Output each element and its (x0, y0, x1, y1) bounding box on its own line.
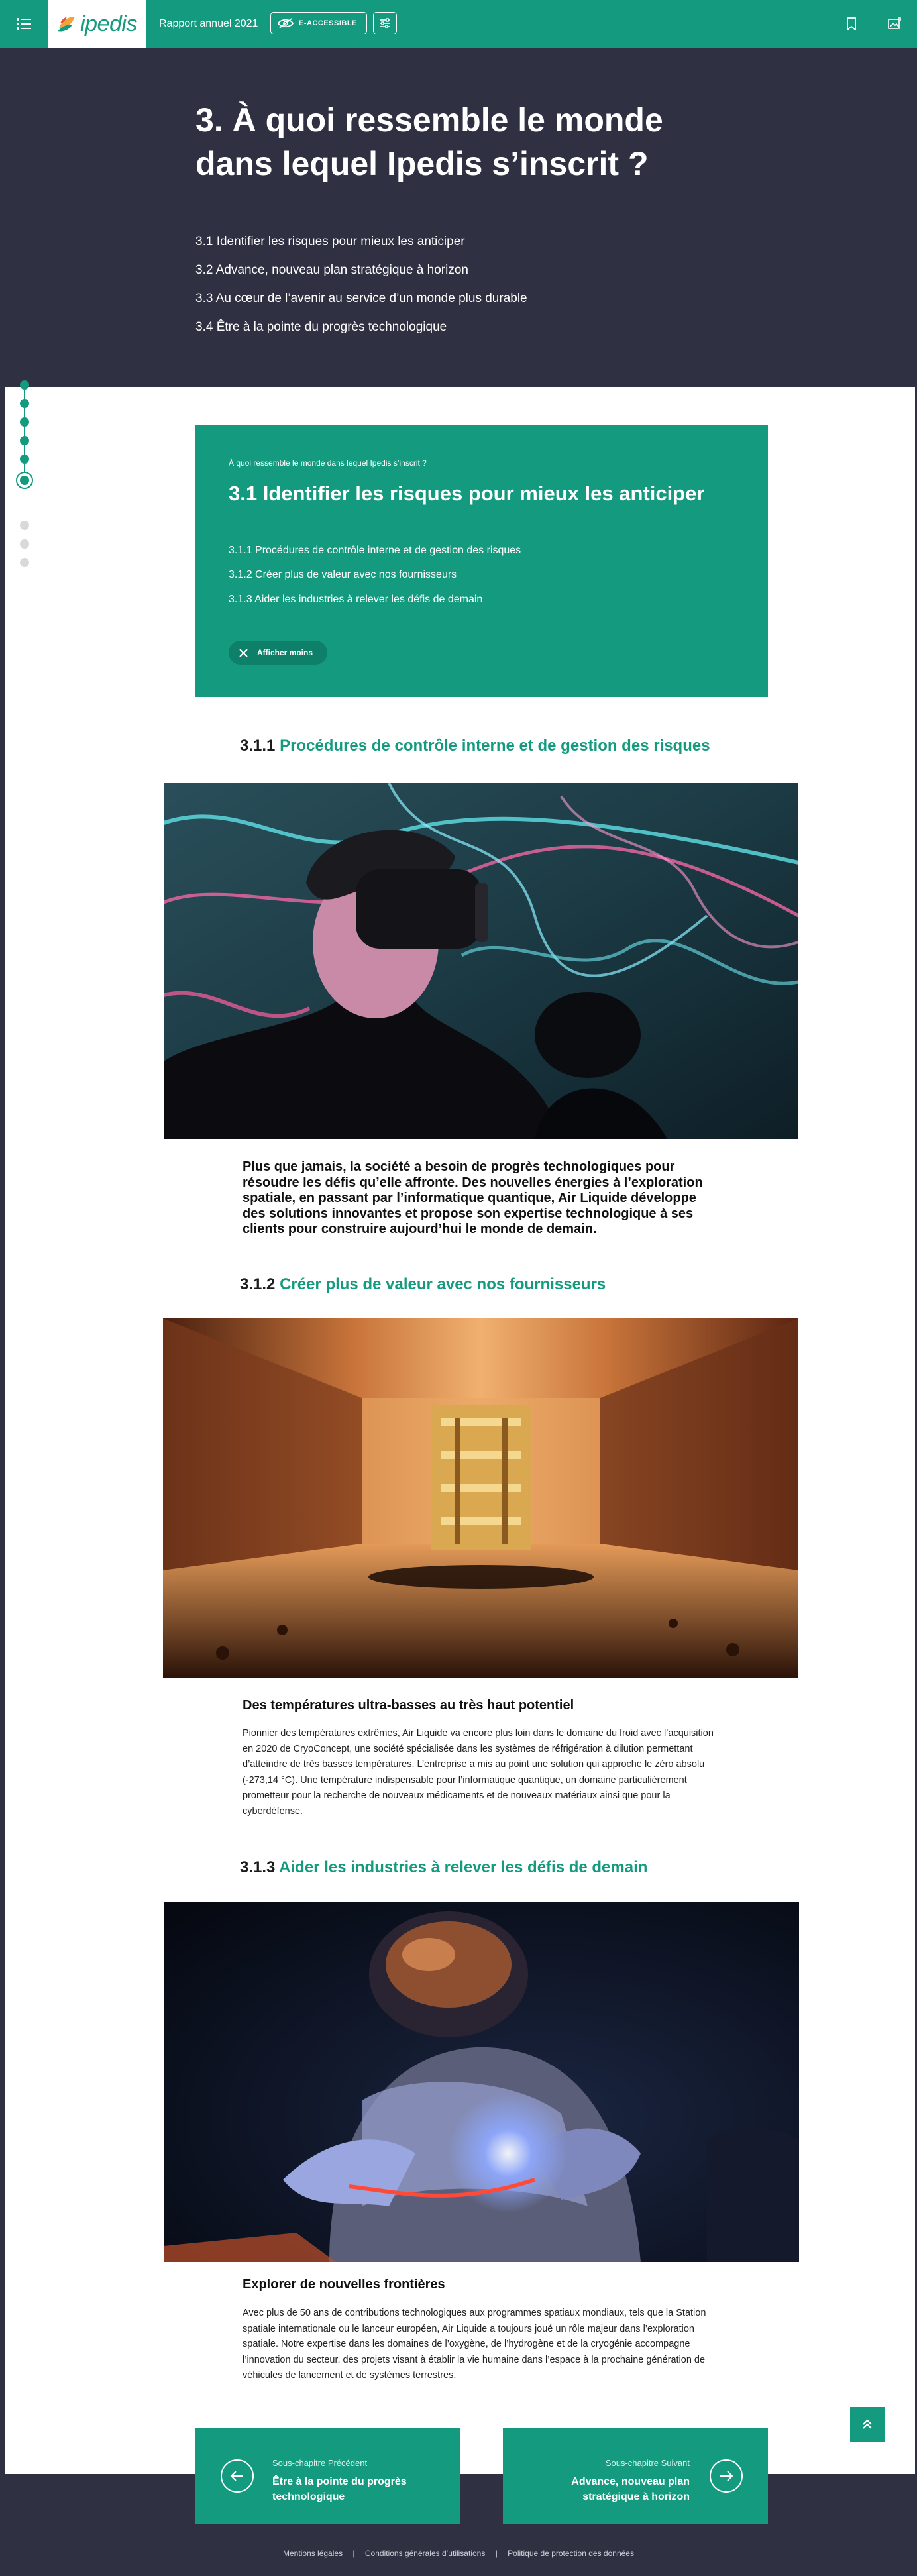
bookmark-button[interactable] (830, 0, 873, 48)
toc-item[interactable]: 3.1 Identifier les risques pour mieux le… (195, 227, 527, 256)
chapter-toc: 3.1 Identifier les risques pour mieux le… (195, 227, 527, 341)
settings-button[interactable] (373, 12, 397, 34)
progress-dot[interactable] (20, 417, 29, 427)
show-less-label: Afficher moins (257, 648, 313, 657)
footer-link-privacy[interactable]: Politique de protection des données (508, 2549, 634, 2558)
subsection-subheading: Explorer de nouvelles frontières (243, 2277, 445, 2292)
subsection-list: 3.1.1 Procédures de contrôle interne et … (229, 538, 521, 612)
subsection-number: 3.1.3 (240, 1858, 276, 1876)
progress-dot[interactable] (20, 380, 29, 390)
logo-text: ipedis (80, 11, 137, 36)
body-paragraph: Avec plus de 50 ans de contributions tec… (243, 2308, 706, 2381)
image-icon (888, 17, 901, 29)
subsection-heading-text: Créer plus de valeur avec nos fournisseu… (280, 1275, 606, 1293)
previous-title: Être à la pointe du progrès technologiqu… (272, 2476, 407, 2502)
subsection-heading-text: Aider les industries à relever les défis… (279, 1858, 648, 1876)
progress-dot[interactable] (20, 399, 29, 408)
astronaut-photo (164, 1902, 799, 2262)
logo-leaf-icon (58, 17, 76, 32)
breadcrumb: À quoi ressemble le monde dans lequel Ip… (229, 458, 427, 468)
e-accessible-button[interactable]: E-ACCESSIBLE (270, 12, 367, 34)
subsection-heading: 3.1.1 Procédures de contrôle interne et … (240, 737, 710, 755)
arrow-left-icon (221, 2459, 254, 2493)
footer-links: Mentions légales | Conditions générales … (0, 2549, 917, 2558)
bookmark-icon (847, 17, 856, 30)
e-accessible-label: E-ACCESSIBLE (299, 19, 357, 27)
arrow-right-icon (710, 2459, 743, 2493)
next-title: Advance, nouveau plan stratégique à hori… (571, 2476, 690, 2502)
close-icon (239, 648, 248, 657)
section-card: À quoi ressemble le monde dans lequel Ip… (195, 425, 768, 697)
intro-paragraph: Plus que jamais, la société a besoin de … (243, 1159, 703, 1236)
footer-link-legal[interactable]: Mentions légales (283, 2549, 343, 2558)
chapter-title: 3. À quoi ressemble le monde dans lequel… (195, 101, 663, 182)
body-paragraph: Pionnier des températures extrêmes, Air … (243, 1728, 714, 1817)
gallery-button[interactable] (873, 0, 916, 48)
progress-dot[interactable] (20, 455, 29, 464)
previous-chapter-card[interactable]: Sous-chapitre Précédent Être à la pointe… (195, 2428, 460, 2524)
subsection-heading-text: Procédures de contrôle interne et de ges… (280, 737, 710, 755)
menu-icon (17, 18, 31, 30)
left-frame-edge (0, 0, 5, 2576)
cryostat-photo (163, 1318, 798, 1678)
subsection-number: 3.1.2 (240, 1275, 276, 1293)
subsection-link[interactable]: 3.1.2 Créer plus de valeur avec nos four… (229, 563, 521, 587)
toc-item[interactable]: 3.2 Advance, nouveau plan stratégique à … (195, 256, 527, 284)
progress-dot[interactable] (20, 539, 29, 549)
sliders-icon (380, 18, 390, 28)
subsection-subheading: Des températures ultra-basses au très ha… (243, 1698, 574, 1713)
progress-dot-current[interactable] (16, 472, 33, 489)
next-label: Sous-chapitre Suivant (605, 2458, 690, 2468)
toc-item[interactable]: 3.3 Au cœur de l’avenir au service d’un … (195, 284, 527, 313)
subsection-heading: 3.1.2 Créer plus de valeur avec nos four… (240, 1275, 606, 1294)
footer-separator: | (352, 2549, 355, 2558)
progress-dot[interactable] (20, 436, 29, 445)
back-to-top-button[interactable] (850, 2407, 885, 2442)
section-title: 3.1 Identifier les risques pour mieux le… (229, 482, 705, 505)
progress-dot[interactable] (20, 558, 29, 567)
double-chevron-up-icon (863, 2419, 872, 2429)
previous-label: Sous-chapitre Précédent (272, 2458, 368, 2468)
report-label: Rapport annuel 2021 (159, 18, 258, 29)
progress-dot[interactable] (20, 521, 29, 530)
footer-link-terms[interactable]: Conditions générales d’utilisations (365, 2549, 485, 2558)
subsection-number: 3.1.1 (240, 737, 276, 755)
show-less-button[interactable]: Afficher moins (229, 641, 328, 665)
footer-separator: | (495, 2549, 498, 2558)
subsection-heading: 3.1.3 Aider les industries à relever les… (240, 1858, 647, 1877)
menu-button[interactable] (0, 0, 48, 48)
toc-item[interactable]: 3.4 Être à la pointe du progrès technolo… (195, 313, 527, 341)
next-chapter-card[interactable]: Sous-chapitre Suivant Advance, nouveau p… (503, 2428, 768, 2524)
logo[interactable]: ipedis (48, 0, 146, 48)
vr-headset-photo (164, 783, 798, 1139)
subsection-link[interactable]: 3.1.3 Aider les industries à relever les… (229, 587, 521, 612)
eye-off-icon (278, 18, 294, 28)
subsection-link[interactable]: 3.1.1 Procédures de contrôle interne et … (229, 538, 521, 563)
